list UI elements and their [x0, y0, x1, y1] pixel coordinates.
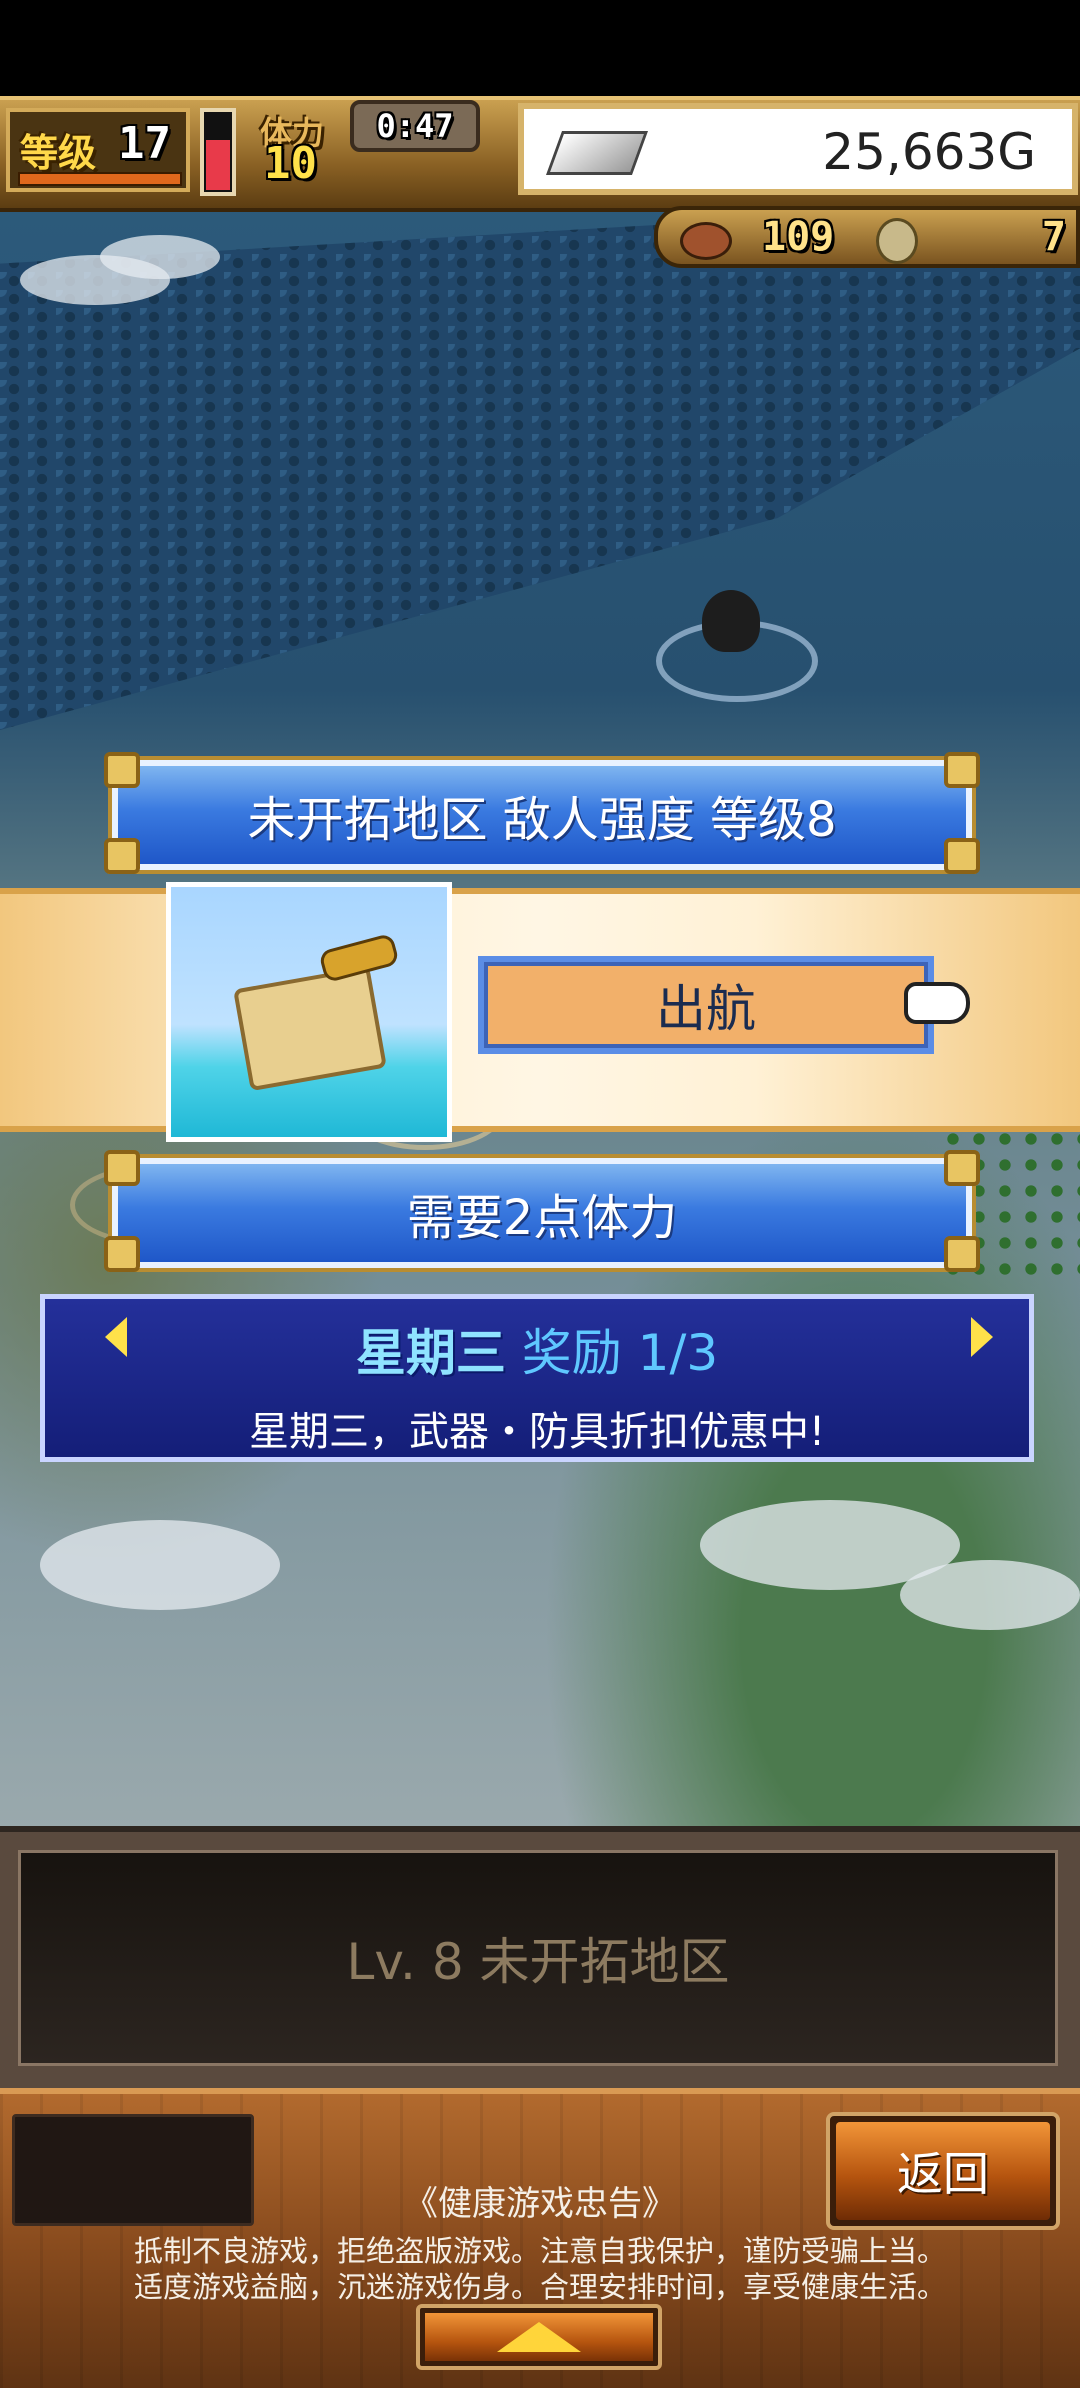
level-value: 17 — [118, 118, 171, 169]
area-level-text: Lv. 8 未开拓地区 — [346, 1933, 730, 1991]
chevron-up-icon — [497, 2322, 581, 2352]
banner-corner — [104, 838, 140, 874]
gold-amount: 25,663G — [822, 123, 1036, 181]
event-day: 星期三 — [355, 1324, 506, 1382]
banner-corner — [944, 838, 980, 874]
stamina-value: 10 — [264, 138, 317, 189]
stamina-gauge — [200, 108, 236, 196]
coin-icon — [876, 218, 918, 264]
level-label: 等级 — [20, 131, 97, 175]
area-title: 未开拓地区 敌人强度 等级8 — [247, 792, 837, 848]
stamina-timer: 0:47 — [350, 100, 480, 152]
timer-text: 0:47 — [376, 107, 454, 145]
banner-corner — [104, 752, 140, 788]
silver-bar-icon — [545, 131, 649, 175]
event-description: 星期三，武器・防具折扣优惠中! — [248, 1409, 826, 1455]
meat-icon — [680, 222, 732, 260]
hand-pointer-icon — [904, 982, 970, 1024]
banner-corner — [944, 1150, 980, 1186]
enemy-ship-icon[interactable] — [702, 590, 760, 652]
exp-bar — [18, 172, 182, 186]
treasure-map-thumbnail — [166, 882, 452, 1142]
set-sail-button-face[interactable]: 出航 — [484, 962, 928, 1048]
banner-corner — [944, 752, 980, 788]
area-title-banner: 未开拓地区 敌人强度 等级8 — [108, 756, 976, 874]
resource-a-value: 109 — [762, 214, 835, 260]
expand-button[interactable] — [416, 2304, 662, 2370]
gold-panel: 25,663G — [518, 103, 1078, 195]
resource-bar: 109 7 — [654, 206, 1080, 268]
banner-corner — [104, 1236, 140, 1272]
treasure-map-icon — [233, 965, 387, 1092]
resource-b-value: 7 — [1041, 214, 1066, 260]
event-header: 星期三 奖励 1/3 — [45, 1313, 1029, 1385]
banner-corner — [944, 1236, 980, 1272]
level-panel: 等级 17 — [6, 108, 190, 192]
event-reward: 奖励 1/3 — [521, 1324, 719, 1382]
cloud — [40, 1520, 280, 1610]
cloud — [100, 235, 220, 279]
cloud — [900, 1560, 1080, 1630]
expand-button-face[interactable] — [425, 2313, 653, 2361]
daily-event-panel: 星期三 奖励 1/3 星期三，武器・防具折扣优惠中! — [40, 1294, 1034, 1462]
set-sail-button[interactable]: 出航 — [478, 956, 934, 1054]
stamina-fill — [206, 140, 230, 190]
cost-banner: 需要2点体力 — [108, 1154, 976, 1272]
set-sail-label: 出航 — [656, 980, 756, 1038]
health-notice-line2: 适度游戏益脑，沉迷游戏伤身。合理安排时间，享受健康生活。 — [133, 2270, 946, 2304]
banner-corner — [104, 1150, 140, 1186]
info-panel: Lv. 8 未开拓地区 — [18, 1850, 1058, 2066]
stamina-cost-text: 需要2点体力 — [406, 1190, 678, 1246]
health-notice-title: 《健康游戏忠告》 — [404, 2184, 676, 2224]
